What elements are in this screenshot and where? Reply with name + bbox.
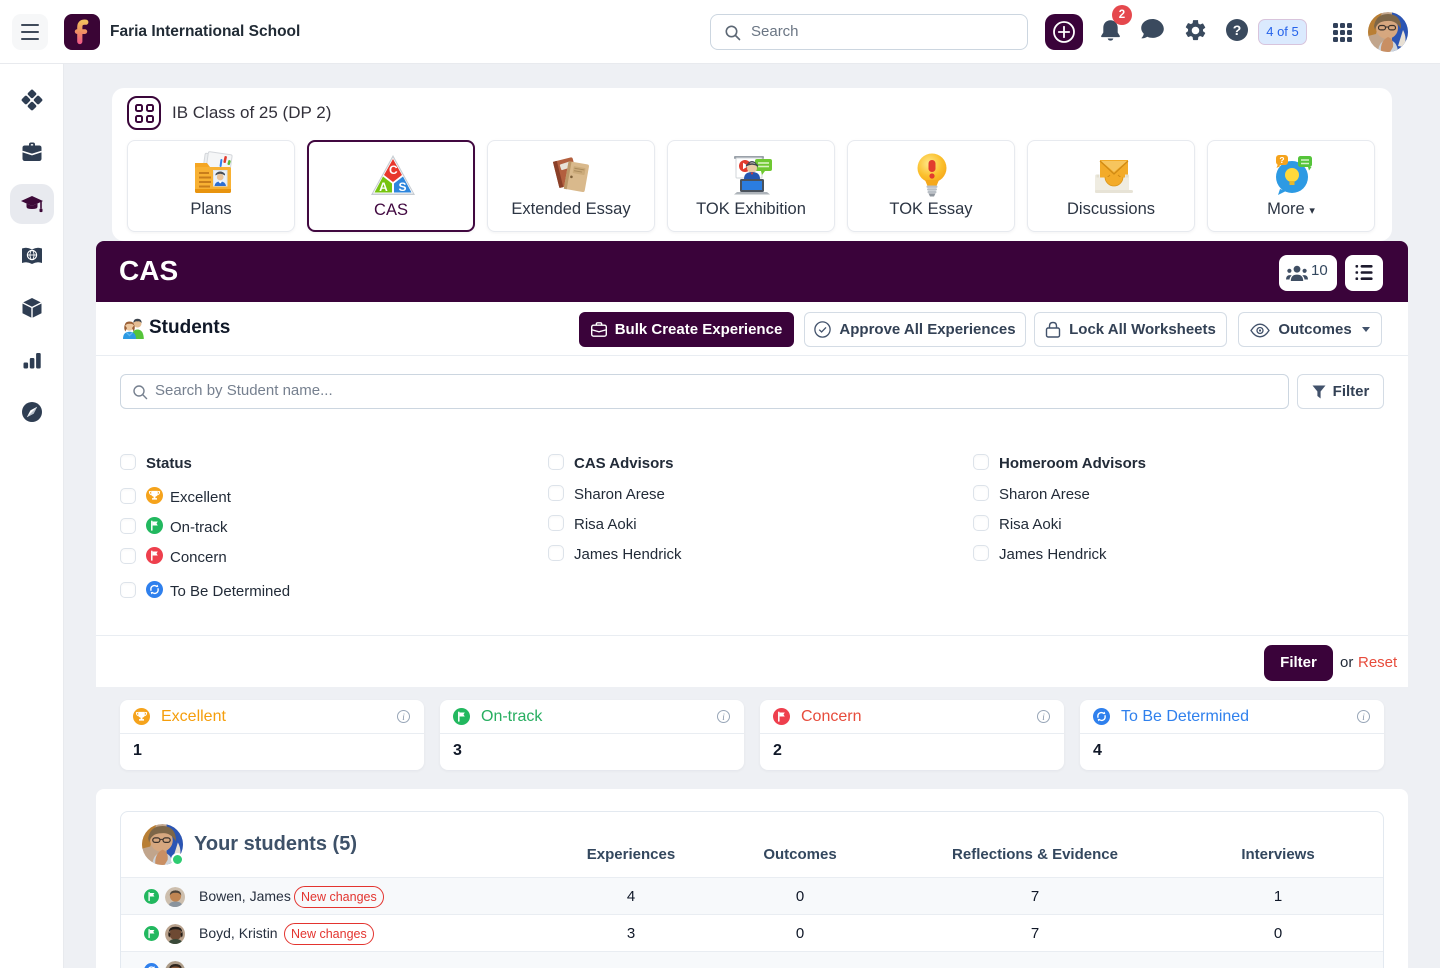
svg-text:?: ? bbox=[1233, 22, 1242, 38]
svg-text:A: A bbox=[379, 180, 388, 194]
svg-text:C: C bbox=[389, 163, 398, 177]
svg-text:?: ? bbox=[1279, 155, 1284, 165]
svg-text:S: S bbox=[398, 180, 406, 194]
